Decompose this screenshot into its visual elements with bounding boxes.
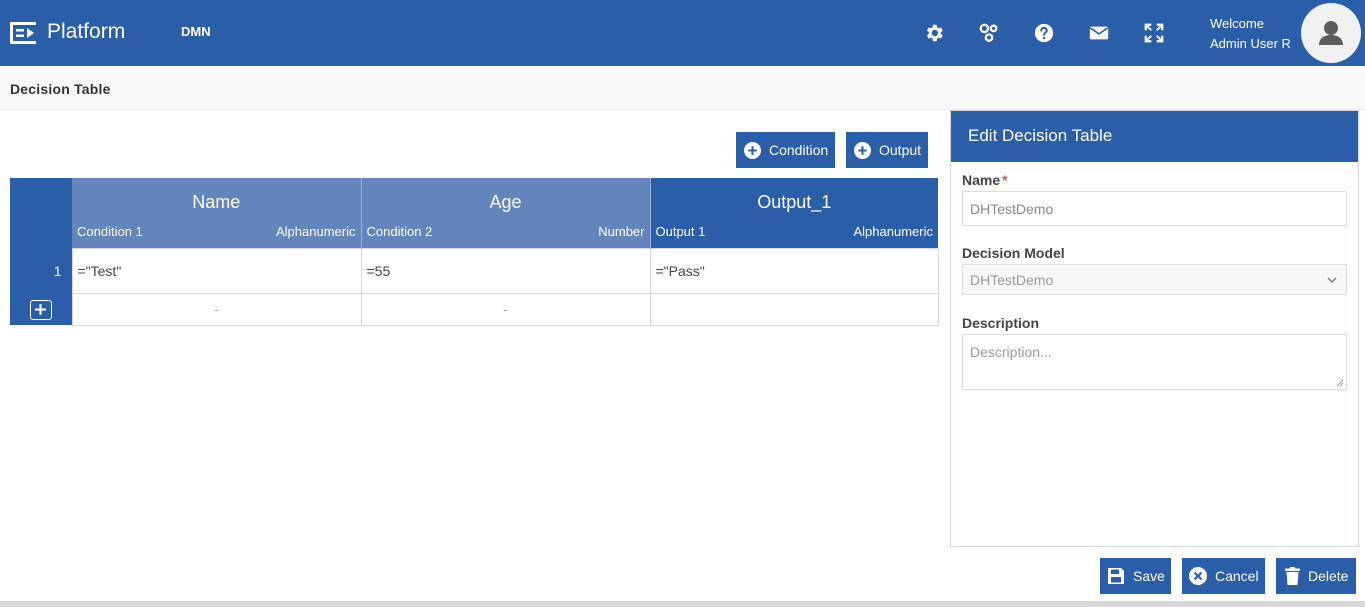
required-mark: *: [1002, 172, 1008, 188]
module-name: DMN: [181, 24, 211, 39]
name-input[interactable]: DHTestDemo: [962, 191, 1347, 226]
cluster-icon[interactable]: [978, 22, 1000, 44]
description-textarea[interactable]: Description...: [962, 334, 1347, 390]
plus-icon: [35, 303, 47, 315]
add-output-button[interactable]: Output: [846, 132, 928, 168]
empty-cell[interactable]: -: [71, 292, 362, 326]
column-name: Age: [489, 192, 522, 212]
trash-icon: [1285, 567, 1300, 585]
brand-title[interactable]: Platform: [47, 20, 125, 44]
column-name: Output_1: [757, 192, 832, 212]
table-header-row: Name Condition 1 Alphanumeric Age Condit…: [10, 178, 938, 248]
column-sub: Condition 2: [366, 223, 433, 239]
page-title: Decision Table: [10, 81, 111, 97]
add-condition-button[interactable]: Condition: [736, 132, 835, 168]
empty-cell[interactable]: -: [360, 292, 651, 326]
table-cell[interactable]: ="Test": [71, 247, 362, 294]
plus-circle-icon: [854, 141, 871, 159]
table-corner: [10, 178, 72, 248]
column-header-condition-1[interactable]: Name Condition 1 Alphanumeric: [72, 178, 362, 248]
fullscreen-icon[interactable]: [1143, 22, 1165, 44]
top-navbar: Platform DMN Welcome Admin User R: [0, 0, 1365, 66]
edit-decision-table-panel: Edit Decision Table Name * DHTestDemo Dec…: [950, 110, 1359, 547]
column-sub: Condition 1: [77, 223, 143, 239]
output-label: Output: [879, 142, 922, 158]
table-cell[interactable]: ="Pass": [649, 247, 939, 294]
welcome-text: Welcome: [1210, 16, 1264, 31]
table-row: 1 ="Test" =55 ="Pass": [10, 247, 939, 294]
close-circle-icon: [1189, 567, 1207, 585]
sidebar-toggle-icon[interactable]: [10, 22, 36, 44]
column-sub: Output 1: [655, 223, 706, 239]
mail-icon[interactable]: [1088, 22, 1110, 44]
bottom-scroll-strip: [0, 601, 1365, 607]
resize-grip-icon[interactable]: [1336, 379, 1344, 387]
model-label: Decision Model: [962, 245, 1065, 261]
decision-model-select[interactable]: DHTestDemo: [962, 264, 1347, 295]
avatar[interactable]: [1301, 3, 1361, 63]
floppy-disk-icon: [1108, 568, 1124, 584]
add-row-button[interactable]: [29, 299, 52, 320]
row-number: 1: [10, 248, 72, 293]
save-button[interactable]: Save: [1100, 558, 1171, 594]
user-welcome: Welcome Admin User R: [1210, 14, 1291, 54]
delete-button[interactable]: Delete: [1276, 558, 1356, 594]
cancel-label: Cancel: [1215, 568, 1259, 584]
description-placeholder: Description...: [970, 344, 1052, 360]
model-value: DHTestDemo: [970, 271, 1054, 288]
table-cell[interactable]: =55: [360, 247, 651, 294]
save-label: Save: [1133, 568, 1165, 584]
user-name: Admin User R: [1210, 36, 1291, 51]
column-type: Alphanumeric: [853, 223, 934, 239]
plus-circle-icon: [744, 141, 761, 159]
user-avatar-icon: [1319, 21, 1343, 45]
column-header-output-1[interactable]: Output_1 Output 1 Alphanumeric: [650, 178, 938, 248]
panel-title: Edit Decision Table: [951, 111, 1358, 162]
condition-label: Condition: [769, 142, 829, 158]
chevron-down-icon: [1327, 277, 1337, 284]
cancel-button[interactable]: Cancel: [1182, 558, 1265, 594]
column-type: Number: [598, 223, 645, 239]
name-value: DHTestDemo: [970, 200, 1054, 217]
description-label: Description: [962, 315, 1040, 331]
add-row: - -: [10, 292, 939, 326]
help-icon[interactable]: [1033, 22, 1055, 44]
breadcrumb: Decision Table: [0, 66, 1365, 110]
name-label-text: Name: [962, 172, 1001, 188]
column-name: Name: [192, 192, 241, 212]
add-row-cell: [10, 293, 72, 325]
column-type: Alphanumeric: [276, 223, 356, 239]
decision-table: Name Condition 1 Alphanumeric Age Condit…: [10, 178, 939, 326]
empty-cell[interactable]: [649, 292, 939, 326]
delete-label: Delete: [1308, 568, 1349, 584]
column-header-condition-2[interactable]: Age Condition 2 Number: [361, 178, 651, 248]
gear-icon[interactable]: [923, 22, 945, 44]
name-label: Name *: [962, 172, 1008, 188]
